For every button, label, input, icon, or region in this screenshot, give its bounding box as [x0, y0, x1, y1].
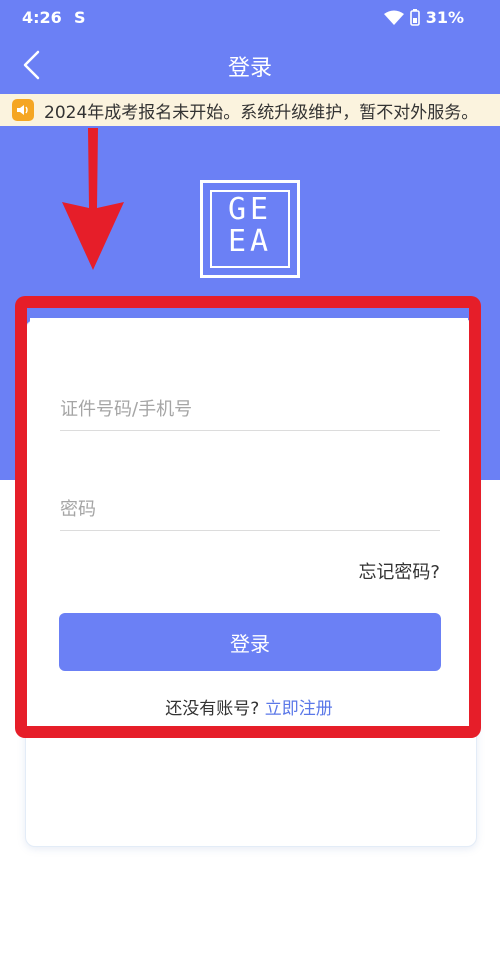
logo-line-2: EA	[227, 224, 273, 259]
speaker-icon	[12, 99, 34, 121]
status-time: 4:26	[22, 8, 62, 27]
battery-percent: 31%	[425, 8, 464, 27]
notice-text: 2024年成考报名未开始。系统升级维护，暂不对外服务。	[44, 102, 479, 123]
logo-mark: GE EA	[210, 190, 290, 268]
page-title: 登录	[227, 56, 272, 81]
notification-icon: S	[74, 8, 86, 27]
annotation-arrow-icon	[62, 128, 124, 270]
wifi-icon	[383, 10, 404, 25]
logo-line-1: GE	[227, 192, 273, 227]
app-logo: GE EA	[200, 180, 300, 278]
status-right: 31%	[383, 8, 464, 27]
notice-bar: 2024年成考报名未开始。系统升级维护，暂不对外服务。	[0, 94, 500, 126]
annotation-highlight-box	[15, 296, 481, 738]
battery-icon	[409, 9, 420, 26]
navbar: 登录	[0, 36, 500, 96]
status-bar: 4:26 S 31%	[0, 0, 500, 36]
